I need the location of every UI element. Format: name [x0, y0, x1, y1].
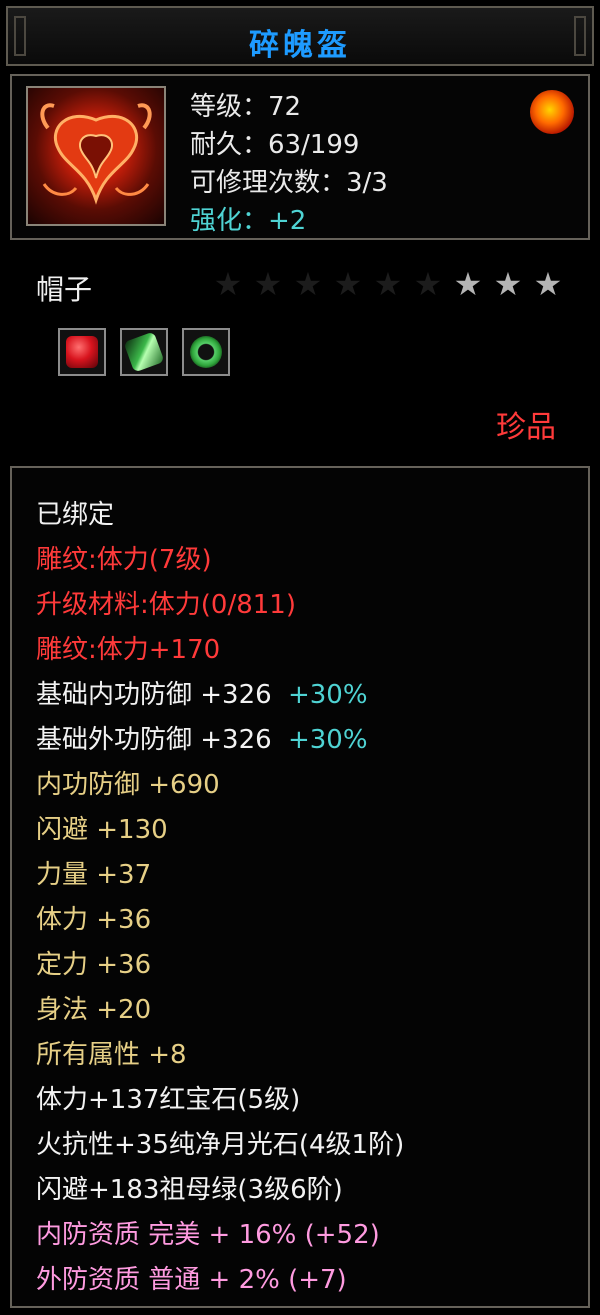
upgrade-material-line: 升级材料:体力(0/811)	[36, 590, 296, 620]
gem-bonus-1: 体力+137红宝石(5级)	[36, 1085, 301, 1115]
helmet-icon	[26, 86, 166, 226]
inner-defense-quality: 内防资质 完美 + 16% (+52)	[36, 1220, 380, 1250]
item-type: 帽子	[36, 273, 93, 306]
title-bar-right-ornament	[574, 16, 586, 56]
star-icon-unlit: ★	[333, 265, 363, 303]
rarity-label: 珍品	[496, 410, 556, 445]
all-attributes: 所有属性 +8	[36, 1040, 187, 1070]
dodge: 闪避 +130	[36, 815, 168, 845]
star-icon-lit: ★	[533, 265, 563, 303]
inner-defense: 内功防御 +690	[36, 770, 220, 800]
star-icon-lit: ★	[493, 265, 523, 303]
gem-slot-3[interactable]	[182, 328, 230, 376]
gem-slot-2[interactable]	[120, 328, 168, 376]
star-icon-unlit: ★	[413, 265, 443, 303]
bound-status: 已绑定	[36, 500, 115, 530]
star-icon-unlit: ★	[293, 265, 323, 303]
base-inner-defense-percent: +30%	[287, 680, 368, 710]
engrave-line: 雕纹:体力(7级)	[36, 545, 212, 575]
strength: 力量 +37	[36, 860, 152, 890]
stamina: 体力 +36	[36, 905, 152, 935]
base-inner-defense: 基础内功防御 +326 +30%	[36, 674, 368, 711]
gem-bonus-3: 闪避+183祖母绿(3级6阶)	[36, 1175, 343, 1205]
item-enhance-level: 强化：+2	[190, 206, 307, 236]
base-inner-defense-value: 基础内功防御 +326	[36, 680, 272, 710]
emerald-gem-icon	[123, 331, 165, 373]
ruby-gem-icon	[66, 336, 98, 368]
item-info-panel: 等级：72 耐久：63/199 可修理次数：3/3 强化：+2	[10, 74, 590, 240]
gem-bonus-2: 火抗性+35纯净月光石(4级1阶)	[36, 1130, 405, 1160]
base-outer-defense: 基础外功防御 +326 +30%	[36, 719, 368, 756]
engrave-bonus-line: 雕纹:体力+170	[36, 635, 221, 665]
outer-defense-quality: 外防资质 普通 + 2% (+7)	[36, 1265, 347, 1295]
gem-slot-1[interactable]	[58, 328, 106, 376]
star-icon-lit: ★	[453, 265, 483, 303]
fire-badge-icon	[530, 90, 574, 134]
title-bar: 碎魄盔	[6, 6, 594, 66]
base-outer-defense-percent: +30%	[287, 725, 368, 755]
star-icon-unlit: ★	[253, 265, 283, 303]
moonstone-ring-icon	[190, 336, 222, 368]
item-durability: 耐久：63/199	[190, 130, 360, 160]
star-rating: ★ ★ ★ ★ ★ ★ ★ ★ ★	[212, 266, 564, 302]
focus: 定力 +36	[36, 950, 152, 980]
item-level: 等级：72	[190, 92, 302, 122]
item-repair-count: 可修理次数：3/3	[190, 168, 388, 198]
agility: 身法 +20	[36, 995, 152, 1025]
base-outer-defense-value: 基础外功防御 +326	[36, 725, 272, 755]
star-icon-unlit: ★	[213, 265, 243, 303]
item-name-title: 碎魄盔	[249, 28, 351, 63]
star-icon-unlit: ★	[373, 265, 403, 303]
